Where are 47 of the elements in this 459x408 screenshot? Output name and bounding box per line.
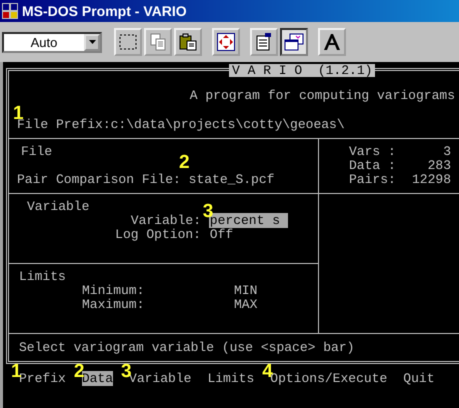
field-value: MAX <box>234 298 258 312</box>
field-value[interactable]: Off <box>208 227 234 242</box>
stat-label: Pairs: <box>349 173 396 187</box>
fullscreen-icon <box>217 33 235 51</box>
annotation-number: 2 <box>179 153 190 172</box>
annotation-number: 3 <box>121 362 132 381</box>
field-label: Variable: <box>130 214 201 228</box>
stat-value: 12298 <box>412 173 451 187</box>
background-button[interactable] <box>280 28 308 56</box>
mark-button[interactable] <box>114 28 142 56</box>
section-heading: Limits <box>19 270 66 284</box>
section-heading: File <box>21 145 52 159</box>
copy-icon <box>149 33 167 51</box>
program-subtitle: A program for computing variograms <box>188 89 456 103</box>
stat-value: 283 <box>428 159 451 173</box>
stat-label: Vars : <box>349 145 396 159</box>
annotation-number: 2 <box>74 362 84 381</box>
menu-item[interactable]: Data <box>82 371 114 386</box>
paste-button[interactable] <box>174 28 202 56</box>
app-icon <box>2 3 18 19</box>
field-label: Log Option: <box>114 228 201 242</box>
pair-file-value: state_S.pcf <box>188 172 274 187</box>
section-heading: Variable <box>27 200 90 214</box>
pair-file-label: Pair Comparison File: <box>17 172 181 187</box>
paste-icon <box>179 33 197 51</box>
menu-item[interactable]: Quit <box>403 371 435 386</box>
properties-icon <box>255 33 273 51</box>
windows-icon <box>284 33 304 51</box>
stat-value: 3 <box>443 145 451 159</box>
menu-item[interactable]: Limits <box>207 371 254 386</box>
field-label: Maximum: <box>82 298 146 312</box>
font-button[interactable] <box>318 28 346 56</box>
field-value: MIN <box>234 284 258 298</box>
copy-button[interactable] <box>144 28 172 56</box>
stat-label: Data : <box>349 159 396 173</box>
program-title: V A R I O (1.2.1) <box>229 64 376 77</box>
fullscreen-button[interactable] <box>212 28 240 56</box>
file-prefix-value: c:\data\projects\cotty\geoeas\ <box>110 117 345 132</box>
status-message: Select variogram variable (use <space> bar) <box>19 340 354 355</box>
menu-item[interactable]: Prefix <box>19 371 66 386</box>
caret-icon <box>88 40 96 44</box>
window-title: MS-DOS Prompt - VARIO <box>22 3 187 19</box>
field-label: Minimum: <box>82 284 146 298</box>
font-icon <box>323 33 341 51</box>
properties-button[interactable] <box>250 28 278 56</box>
selection-icon <box>119 33 137 51</box>
font-size-dropdown[interactable]: Auto <box>2 32 102 52</box>
